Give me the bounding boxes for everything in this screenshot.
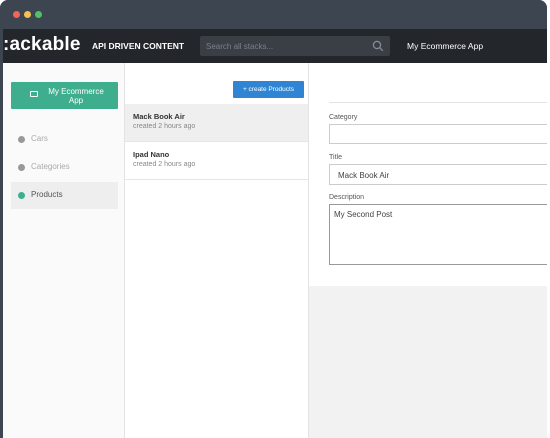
create-product-button[interactable]: + create Products bbox=[233, 81, 304, 98]
description-value: My Second Post bbox=[334, 210, 393, 219]
entry-editor: Category Title Mack Book Air Description… bbox=[309, 63, 547, 438]
app-logo[interactable]: :ackable bbox=[3, 34, 81, 56]
sidebar: My Ecommerce App Cars Categories Product… bbox=[3, 63, 125, 438]
window-titlebar bbox=[0, 0, 547, 29]
search-input[interactable] bbox=[206, 39, 356, 53]
browser-window: :ackable API DRIVEN CONTENT My Ecommerce… bbox=[0, 0, 547, 438]
minimize-window-button[interactable] bbox=[24, 11, 31, 18]
divider bbox=[329, 102, 547, 103]
sidebar-item-categories[interactable]: Categories bbox=[11, 154, 118, 181]
app-header: :ackable API DRIVEN CONTENT My Ecommerce… bbox=[3, 29, 547, 63]
list-item-timestamp: created 2 hours ago bbox=[133, 161, 196, 168]
category-field[interactable] bbox=[329, 124, 547, 144]
sidebar-item-products[interactable]: Products bbox=[11, 182, 118, 209]
sidebar-item-label: Products bbox=[31, 190, 63, 199]
entries-list-panel: + create Products Mack Book Air created … bbox=[125, 63, 309, 438]
bullet-icon bbox=[18, 192, 25, 199]
category-label: Category bbox=[329, 114, 358, 121]
current-app-selector[interactable]: My Ecommerce App bbox=[407, 40, 483, 52]
search-icon[interactable] bbox=[372, 40, 384, 52]
app-tagline: API DRIVEN CONTENT bbox=[92, 41, 185, 51]
description-label: Description bbox=[329, 194, 365, 201]
maximize-window-button[interactable] bbox=[35, 11, 42, 18]
box-icon bbox=[30, 91, 38, 97]
list-item-title: Mack Book Air bbox=[133, 112, 185, 121]
entry-form: Category Title Mack Book Air Description… bbox=[309, 63, 547, 286]
sidebar-item-label: Cars bbox=[31, 134, 48, 143]
sidebar-item-cars[interactable]: Cars bbox=[11, 126, 118, 153]
bullet-icon bbox=[18, 164, 25, 171]
list-item-title: Ipad Nano bbox=[133, 150, 170, 159]
bullet-icon bbox=[18, 136, 25, 143]
close-window-button[interactable] bbox=[13, 11, 20, 18]
search-bar[interactable] bbox=[200, 36, 390, 56]
main-content: My Ecommerce App Cars Categories Product… bbox=[3, 63, 547, 438]
title-value: Mack Book Air bbox=[338, 171, 390, 180]
title-field[interactable]: Mack Book Air bbox=[329, 164, 547, 185]
sidebar-item-label: Categories bbox=[31, 162, 70, 171]
description-field[interactable]: My Second Post bbox=[329, 204, 547, 265]
title-label: Title bbox=[329, 154, 342, 161]
list-item-timestamp: created 2 hours ago bbox=[133, 123, 196, 130]
app-home-button-label: My Ecommerce App bbox=[48, 87, 104, 105]
app-home-button[interactable]: My Ecommerce App bbox=[11, 82, 118, 109]
list-item[interactable]: Ipad Nano created 2 hours ago bbox=[125, 142, 308, 180]
list-item[interactable]: Mack Book Air created 2 hours ago bbox=[125, 104, 308, 142]
